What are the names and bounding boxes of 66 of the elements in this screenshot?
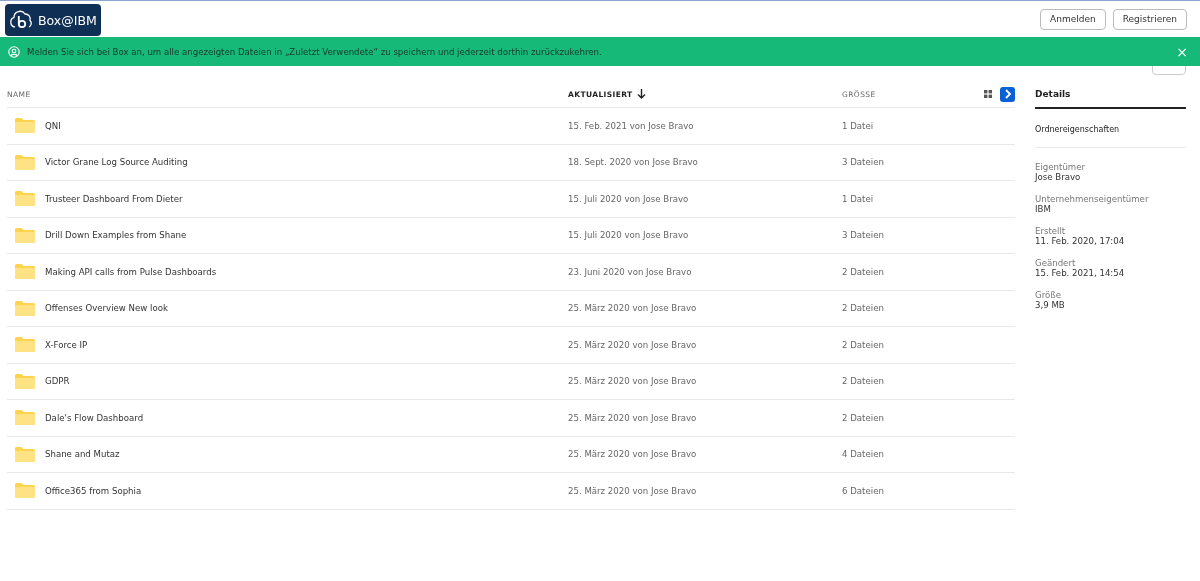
property-label: Größe [1035,290,1062,300]
folder-icon [15,373,35,389]
folder-name[interactable]: QNI [45,120,61,131]
size-text: 2 Dateien [842,412,884,423]
updated-text: 15. Juli 2020 von Jose Bravo [568,193,689,204]
updated-text: 25. März 2020 von Jose Bravo [568,485,697,496]
sort-down-arrow-icon [636,89,646,99]
size-text: 2 Dateien [842,266,884,277]
folder-icon [15,446,35,462]
logo-text: Box@IBM [38,12,97,28]
folder-name[interactable]: Office365 from Sophia [45,485,142,496]
folder-name[interactable]: X-Force IP [45,339,88,350]
size-text: 3 Dateien [842,157,884,168]
property-label: Geändert [1035,258,1077,268]
folder-icon [15,118,35,134]
size-text: 1 Datei [842,193,874,204]
size-text: 2 Dateien [842,339,884,350]
property-label: Erstellt [1035,226,1067,236]
header-button[interactable]: Anmelden [1040,8,1106,30]
size-text: 6 Dateien [842,485,884,496]
folder-name[interactable]: GDPR [45,376,70,387]
folder-name[interactable]: Victor Grane Log Source Auditing [45,157,188,168]
section-title: Ordnereigenschaften [1035,113,1186,148]
size-text: 1 Datei [842,120,874,131]
folder-name[interactable]: Dale's Flow Dashboard [45,412,144,423]
folder-icon [15,264,35,280]
chevron-icon [1003,89,1012,99]
folder-name[interactable]: Offenses Overview New look [45,303,168,314]
updated-text: 23. Juni 2020 von Jose Bravo [568,266,692,277]
updated-text: 25. März 2020 von Jose Bravo [568,376,697,387]
updated-text: 25. März 2020 von Jose Bravo [568,449,697,460]
header-button[interactable]: Registrieren [1112,8,1187,30]
size-text: 2 Dateien [842,376,884,387]
property-value: 3,9 MB [1035,300,1066,310]
property-label: Eigentümer [1035,162,1086,172]
property-value: 15. Feb. 2021, 14:54 [1035,268,1126,278]
updated-text: 15. Feb. 2021 von Jose Bravo [568,120,694,131]
grid-view-icon[interactable] [984,90,992,98]
folder-name[interactable]: Drill Down Examples from Shane [45,230,187,241]
folder-name[interactable]: Making API calls from Pulse Dashboards [45,266,217,277]
folder-name[interactable]: Trusteer Dashboard From Dieter [45,193,183,204]
updated-text: 25. März 2020 von Jose Bravo [568,412,697,423]
folder-icon [15,483,35,499]
updated-text: 15. Juli 2020 von Jose Bravo [568,230,689,241]
folder-icon [15,337,35,353]
size-text: 2 Dateien [842,303,884,314]
folder-icon [15,227,35,243]
updated-text: 25. März 2020 von Jose Bravo [568,303,697,314]
size-text: 4 Dateien [842,449,884,460]
property-label: Unternehmenseigentümer [1035,194,1150,204]
folder-icon [15,154,35,170]
folder-icon [15,300,35,316]
property-value: 11. Feb. 2020, 17:04 [1035,236,1126,246]
folder-name[interactable]: Shane and Mutaz [45,449,120,460]
banner-message: Melden Sie sich bei Box an, um alle angezeigten Dateien in „Zuletzt Verwendete“ zu speichern und jederzeit dorthin zurückzukehren. [27,46,603,57]
size-text: 3 Dateien [842,230,884,241]
updated-text: 18. Sept. 2020 von Jose Bravo [568,157,698,168]
property-value: IBM [1035,204,1052,214]
details-tab[interactable]: Details [1035,81,1186,109]
sidebar-toggle-button[interactable] [1000,86,1015,102]
folder-icon [15,410,35,426]
property-value: Jose Bravo [1035,172,1082,182]
logo[interactable]: Box@IBM [5,4,101,36]
user-icon [8,45,20,58]
folder-icon [15,191,35,207]
updated-text: 25. März 2020 von Jose Bravo [568,339,697,350]
